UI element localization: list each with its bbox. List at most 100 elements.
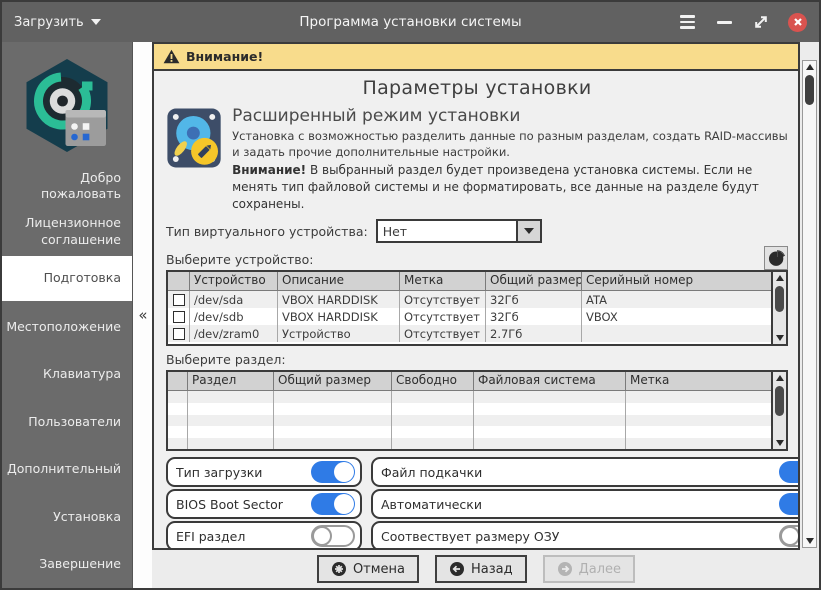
device-table-scrollbar[interactable] [771,272,786,344]
swap-match-ram-toggle[interactable] [779,525,798,547]
cell-label: Отсутствует [400,291,486,308]
virtual-device-row: Тип виртуального устройства: Нет [166,219,788,243]
cell-size: 32Гб [486,308,582,325]
empty-row [168,391,771,403]
column-header: Файловая система [474,372,626,390]
sidebar-item-finish[interactable]: Завершение [2,540,132,587]
sidebar-item-license[interactable]: Лицензионное соглашение [2,210,132,254]
disk-usage-button[interactable] [764,246,788,270]
boot-options-group: Тип загрузки BIOS Boot Sector EFI раздел [166,457,362,548]
scroll-down-icon[interactable] [803,535,816,547]
scroll-thumb[interactable] [775,386,784,416]
column-header: Серийный номер [582,272,771,290]
scroll-up-icon[interactable] [773,272,786,284]
content-area: Параметры установки [154,71,798,548]
column-header: Устройство [190,272,278,290]
window-scrollbar[interactable] [802,60,817,548]
efi-partition-label: EFI раздел [176,529,311,544]
menu-button[interactable] [677,12,697,32]
column-header: Раздел [188,372,274,390]
cell-serial: ATA [582,291,771,308]
cancel-icon [331,561,347,577]
column-header: Метка [400,272,486,290]
scroll-down-icon[interactable] [773,437,786,449]
efi-partition-row: EFI раздел [166,521,362,548]
scroll-up-icon[interactable] [803,61,816,73]
back-icon [449,561,465,577]
dropdown-button[interactable] [516,221,540,241]
cancel-button[interactable]: Отмена [317,555,419,583]
next-label: Далее [579,562,621,577]
sidebar-item-location[interactable]: Местоположение [2,303,132,350]
cell-size: 2.7Гб [486,325,582,342]
minimize-icon [717,21,732,24]
chevron-down-icon [524,228,534,234]
swap-auto-toggle[interactable] [779,493,798,515]
sidebar-item-installation[interactable]: Установка [2,493,132,540]
swap-match-ram-label: Соотвествует размеру ОЗУ [381,529,779,544]
sidebar-collapse-strip: « [132,42,152,588]
app-logo [2,42,132,163]
partition-select-row: Выберите раздел: [166,352,788,367]
sidebar-item-label: Установка [53,509,121,526]
partition-table-scrollbar[interactable] [771,372,786,449]
swap-file-label: Файл подкачки [381,465,779,480]
mode-section: Расширенный режим установки Установка с … [166,106,788,212]
swap-file-toggle[interactable] [779,461,798,483]
sidebar-item-welcome[interactable]: Добро пожаловать [2,165,132,209]
sidebar-item-label: Завершение [39,556,121,573]
cell-size: 32Гб [486,291,582,308]
cell-label: Отсутствует [400,308,486,325]
next-button[interactable]: Далее [543,555,635,583]
cell-device: /dev/zram0 [190,325,278,342]
device-row-sda[interactable]: /dev/sda VBOX HARDDISK Отсутствует 32Гб … [168,291,771,308]
installer-logo-icon [19,57,115,157]
sidebar-item-users[interactable]: Пользователи [2,398,132,445]
device-row-sdb[interactable]: /dev/sdb VBOX HARDDISK Отсутствует 32Гб … [168,308,771,325]
sidebar-item-preparation[interactable]: Подготовка [2,256,132,301]
bios-boot-sector-row: BIOS Boot Sector [166,489,362,519]
collapse-sidebar-button[interactable]: « [133,306,153,324]
back-button[interactable]: Назад [435,555,527,583]
sidebar-item-label: Клавиатура [43,366,121,383]
scroll-thumb[interactable] [805,75,814,105]
device-checkbox[interactable] [173,294,185,306]
cell-description: VBOX HARDDISK [278,308,400,325]
sidebar-item-label: Добро пожаловать [13,170,121,203]
scroll-down-icon[interactable] [773,332,786,344]
swap-file-row: Файл подкачки [371,457,798,487]
column-header: Общий размер [274,372,392,390]
maximize-button[interactable] [751,12,771,32]
column-header: Описание [278,272,400,290]
load-menu-button[interactable]: Загрузить [14,15,101,30]
device-row-zram0[interactable]: /dev/zram0 Устройство Отсутствует 2.7Гб [168,325,771,342]
device-checkbox[interactable] [173,311,185,323]
window-controls [677,12,807,32]
cell-device: /dev/sdb [190,308,278,325]
scroll-up-icon[interactable] [773,372,786,384]
warning-banner: Внимание! [154,44,798,71]
minimize-button[interactable] [714,12,734,32]
sidebar-item-additional[interactable]: Дополнительный [2,446,132,493]
hamburger-icon [680,15,695,29]
scroll-thumb[interactable] [775,286,784,312]
cell-description: Устройство [278,325,400,342]
sidebar-item-label: Дополнительный [7,461,121,478]
close-button[interactable] [788,13,807,32]
warning-icon [163,49,180,64]
boot-type-toggle[interactable] [311,461,355,483]
empty-row [168,426,771,438]
sidebar-item-keyboard[interactable]: Клавиатура [2,351,132,398]
load-menu-label: Загрузить [14,15,84,30]
efi-partition-toggle[interactable] [311,525,355,547]
column-header: Метка [626,372,771,390]
sidebar-item-label: Пользователи [28,414,121,431]
bios-boot-sector-toggle[interactable] [311,493,355,515]
device-checkbox[interactable] [173,328,185,340]
virtual-device-select[interactable]: Нет [376,219,542,243]
cancel-label: Отмена [353,562,405,577]
bios-boot-sector-label: BIOS Boot Sector [176,497,311,512]
cell-serial [582,325,771,342]
boot-type-label: Тип загрузки [176,465,311,480]
main-panel: Внимание! Параметры установки [152,42,800,550]
